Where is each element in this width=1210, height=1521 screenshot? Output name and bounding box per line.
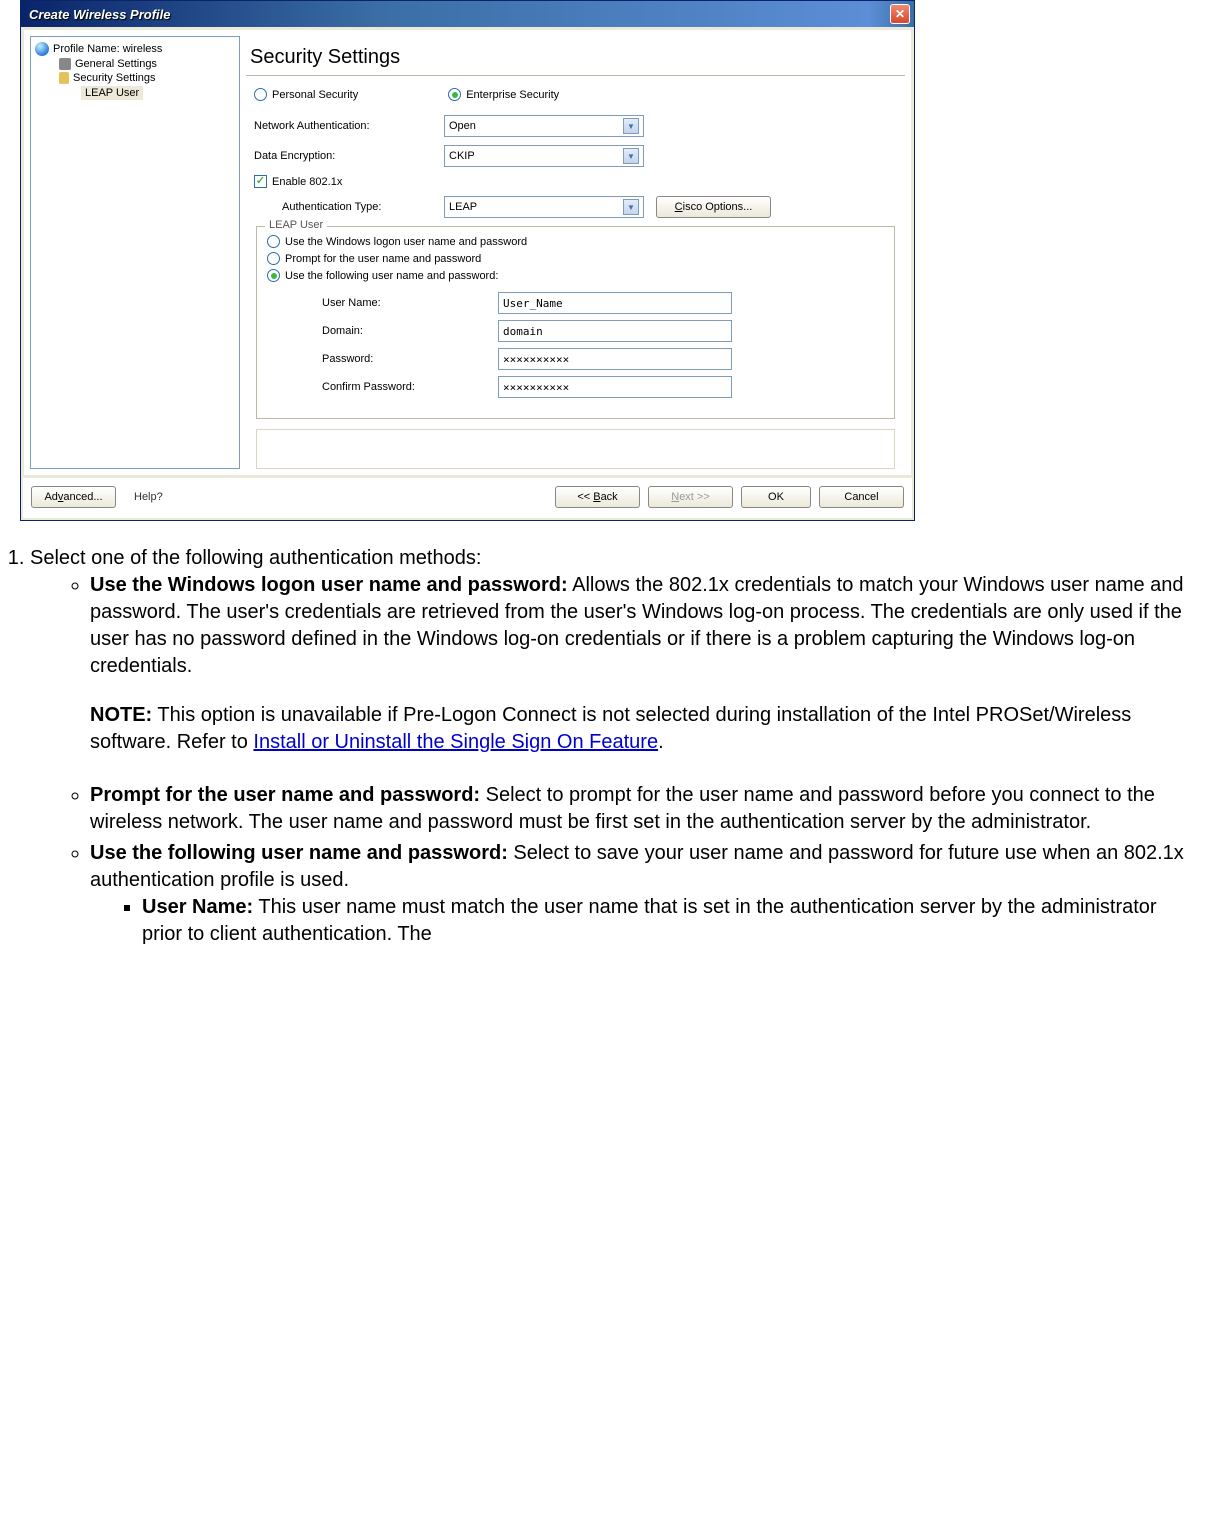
tree-security-settings[interactable]: Security Settings bbox=[33, 71, 237, 85]
select-value: CKIP bbox=[449, 150, 475, 162]
tree-label: Security Settings bbox=[73, 72, 156, 84]
chevron-down-icon: ▼ bbox=[623, 148, 639, 164]
input-value: domain bbox=[503, 325, 543, 338]
button-label: Advanced... bbox=[44, 491, 102, 503]
section-heading: Security Settings bbox=[246, 36, 905, 75]
note-bold: NOTE: bbox=[90, 704, 152, 726]
bullet-bold: Prompt for the user name and password: bbox=[90, 784, 480, 806]
input-value: User_Name bbox=[503, 297, 563, 310]
input-value: ×××××××××× bbox=[503, 353, 569, 366]
gear-icon bbox=[59, 58, 71, 70]
ok-button[interactable]: OK bbox=[741, 486, 811, 508]
radio-label: Use the following user name and password… bbox=[285, 270, 498, 282]
chevron-down-icon: ▼ bbox=[623, 199, 639, 215]
sso-link[interactable]: Install or Uninstall the Single Sign On … bbox=[253, 731, 658, 753]
radio-personal-security[interactable]: Personal Security bbox=[254, 88, 358, 101]
bullet-bold: Use the following user name and password… bbox=[90, 842, 508, 864]
step-text: Select one of the following authenticati… bbox=[30, 547, 481, 569]
nav-tree: Profile Name: wireless General Settings … bbox=[30, 36, 240, 469]
bullet-opt3: Use the following user name and password… bbox=[90, 840, 1190, 948]
checkbox-icon bbox=[254, 175, 267, 188]
network-auth-label: Network Authentication: bbox=[254, 120, 444, 132]
back-button[interactable]: << Back bbox=[555, 486, 640, 508]
radio-prompt[interactable]: Prompt for the user name and password bbox=[267, 252, 884, 265]
tree-label-selected: LEAP User bbox=[81, 86, 143, 100]
password-label: Password: bbox=[322, 353, 498, 365]
empty-inset-box bbox=[256, 429, 895, 469]
tree-general-settings[interactable]: General Settings bbox=[33, 57, 237, 71]
select-value: LEAP bbox=[449, 201, 477, 213]
bullet-bold: Use the Windows logon user name and pass… bbox=[90, 574, 568, 596]
fieldset-legend: LEAP User bbox=[265, 219, 327, 231]
sub-bullet-text: This user name must match the user name … bbox=[142, 896, 1157, 945]
data-encryption-label: Data Encryption: bbox=[254, 150, 444, 162]
help-link[interactable]: Help? bbox=[134, 491, 163, 503]
radio-enterprise-security[interactable]: Enterprise Security bbox=[448, 88, 559, 101]
chevron-down-icon: ▼ bbox=[623, 118, 639, 134]
select-value: Open bbox=[449, 120, 476, 132]
radio-label: Enterprise Security bbox=[466, 89, 559, 101]
sub-bullet-username: User Name: This user name must match the… bbox=[142, 894, 1190, 948]
close-button[interactable]: ✕ bbox=[890, 4, 910, 24]
bullet-opt1: Use the Windows logon user name and pass… bbox=[90, 572, 1190, 778]
radio-icon bbox=[267, 269, 280, 282]
window-title: Create Wireless Profile bbox=[29, 7, 171, 22]
leap-user-fieldset: LEAP User Use the Windows logon user nam… bbox=[256, 226, 895, 419]
dialog-window: Create Wireless Profile ✕ Profile Name: … bbox=[20, 0, 915, 521]
tree-label: Profile Name: wireless bbox=[53, 43, 162, 55]
bullet-opt2: Prompt for the user name and password: S… bbox=[90, 782, 1190, 836]
radio-label: Use the Windows logon user name and pass… bbox=[285, 236, 527, 248]
main-panel: Security Settings Personal Security Ente… bbox=[246, 36, 905, 469]
radio-label: Personal Security bbox=[272, 89, 358, 101]
checkbox-label: Enable 802.1x bbox=[272, 176, 342, 188]
radio-icon bbox=[267, 252, 280, 265]
domain-input[interactable]: domain bbox=[498, 320, 732, 342]
cisco-options-button[interactable]: Cisco Options... bbox=[656, 196, 771, 218]
radio-icon bbox=[448, 88, 461, 101]
tree-label: General Settings bbox=[75, 58, 157, 70]
confirm-password-label: Confirm Password: bbox=[322, 381, 498, 393]
radio-label: Prompt for the user name and password bbox=[285, 253, 481, 265]
tree-leap-user[interactable]: LEAP User bbox=[33, 85, 237, 101]
lock-icon bbox=[59, 72, 69, 84]
auth-type-select[interactable]: LEAP ▼ bbox=[444, 196, 644, 218]
username-input[interactable]: User_Name bbox=[498, 292, 732, 314]
radio-use-following[interactable]: Use the following user name and password… bbox=[267, 269, 884, 282]
sub-bullet-bold: User Name: bbox=[142, 896, 253, 918]
globe-icon bbox=[35, 42, 49, 56]
radio-icon bbox=[254, 88, 267, 101]
close-icon: ✕ bbox=[895, 7, 905, 21]
advanced-button[interactable]: Advanced... bbox=[31, 486, 116, 508]
cancel-button[interactable]: Cancel bbox=[819, 486, 904, 508]
titlebar: Create Wireless Profile ✕ bbox=[21, 1, 914, 27]
radio-icon bbox=[267, 235, 280, 248]
data-encryption-select[interactable]: CKIP ▼ bbox=[444, 145, 644, 167]
instruction-text: Select one of the following authenticati… bbox=[0, 521, 1200, 948]
next-button[interactable]: Next >> bbox=[648, 486, 733, 508]
auth-type-label: Authentication Type: bbox=[254, 201, 444, 213]
confirm-password-input[interactable]: ×××××××××× bbox=[498, 376, 732, 398]
divider bbox=[246, 75, 905, 76]
password-input[interactable]: ×××××××××× bbox=[498, 348, 732, 370]
bottom-bar: Advanced... Help? << Back Next >> OK Can… bbox=[23, 478, 912, 518]
step-1: Select one of the following authenticati… bbox=[30, 545, 1190, 948]
button-label: << Back bbox=[577, 491, 617, 503]
network-auth-select[interactable]: Open ▼ bbox=[444, 115, 644, 137]
username-label: User Name: bbox=[322, 297, 498, 309]
domain-label: Domain: bbox=[322, 325, 498, 337]
enable-8021x-checkbox[interactable]: Enable 802.1x bbox=[254, 175, 342, 188]
button-label: Cisco Options... bbox=[675, 201, 753, 213]
input-value: ×××××××××× bbox=[503, 381, 569, 394]
tree-profile[interactable]: Profile Name: wireless bbox=[33, 41, 237, 57]
button-label: Next >> bbox=[671, 491, 710, 503]
radio-windows-logon[interactable]: Use the Windows logon user name and pass… bbox=[267, 235, 884, 248]
